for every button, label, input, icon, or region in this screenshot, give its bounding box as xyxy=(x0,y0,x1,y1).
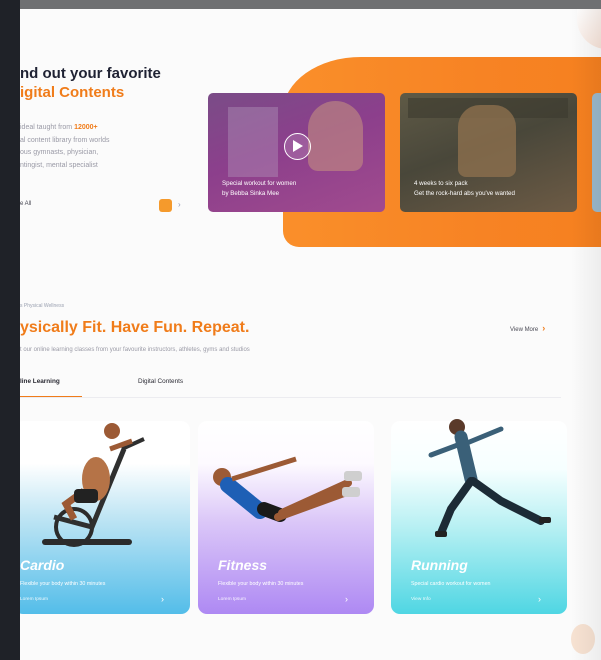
hero-title: nd out your favorite igital Contents xyxy=(20,64,161,102)
card-caption-line2: by Bebba Sinka Mee xyxy=(222,190,280,197)
left-sidebar xyxy=(0,0,20,660)
chevron-right-icon[interactable]: › xyxy=(161,594,164,604)
card-caption-line1: 4 weeks to six pack xyxy=(414,180,468,187)
section-subtitle: t our online learning classes from your … xyxy=(20,347,250,353)
tab-digital-contents[interactable]: Digital Contents xyxy=(138,378,183,385)
category-link[interactable]: View Info xyxy=(411,597,431,602)
carousel-prev-button[interactable] xyxy=(159,199,172,212)
page-canvas: nd out your favorite igital Contents ide… xyxy=(20,9,601,660)
category-desc: Flexible your body within 30 minutes xyxy=(20,581,106,587)
section-kicker: s Physical Wellness xyxy=(20,303,65,309)
play-triangle-icon xyxy=(293,140,303,152)
hero-title-line2: igital Contents xyxy=(20,84,125,101)
hero-desc-line4: ntingist, mental specialist xyxy=(20,161,98,169)
category-card-running[interactable]: Running Special cardio workout for women… xyxy=(391,419,567,614)
chevron-right-icon[interactable]: › xyxy=(538,594,541,604)
category-card-cardio[interactable]: Cardio Flexible your body within 30 minu… xyxy=(20,421,190,614)
card-image-bg xyxy=(228,107,278,177)
view-more-label: View More xyxy=(510,327,539,333)
hero-description: ideal taught from 12000+ al content libr… xyxy=(20,122,165,172)
carousel-next-button[interactable]: › xyxy=(178,200,181,209)
card-caption: 4 weeks to six pack Get the rock-hard ab… xyxy=(414,179,515,199)
category-name: Fitness xyxy=(218,557,268,573)
card-image-person xyxy=(458,105,516,177)
category-link[interactable]: Lorem Ipsum xyxy=(218,597,246,602)
content-card-partial[interactable] xyxy=(592,93,601,212)
category-link[interactable]: Lorem Ipsum xyxy=(20,597,48,602)
browser-top-strip xyxy=(0,0,601,9)
decor-shape-bottom xyxy=(571,624,595,654)
running-woman-illustration xyxy=(428,419,551,537)
fitness-situp-illustration xyxy=(213,456,362,522)
card-image-person xyxy=(308,101,363,171)
card-caption: Special workout for women by Bebba Sinka… xyxy=(222,179,296,199)
chevron-right-icon[interactable]: › xyxy=(345,594,348,604)
decor-shape-top xyxy=(577,9,601,49)
see-all-link[interactable]: e All xyxy=(20,201,31,207)
category-desc: Flexible your body within 30 minutes xyxy=(218,581,304,587)
hero-desc-highlight: 12000+ xyxy=(74,124,98,131)
section-title: ysically Fit. Have Fun. Repeat. xyxy=(20,319,250,336)
content-card-six-pack[interactable]: 4 weeks to six pack Get the rock-hard ab… xyxy=(400,93,577,212)
tabs-divider xyxy=(20,397,561,398)
cardio-bike-illustration xyxy=(42,423,145,547)
hero-title-line1: nd out your favorite xyxy=(20,65,161,82)
view-more-link[interactable]: View More › xyxy=(510,323,545,333)
card-caption-line1: Special workout for women xyxy=(222,180,297,187)
hero-desc-line3: ous gymnasts, physician, xyxy=(20,149,99,156)
category-desc: Special cardio workout for women xyxy=(411,581,491,587)
hero-desc-line2: al content library from worlds xyxy=(20,136,110,144)
tab-online-learning[interactable]: line Learning xyxy=(20,378,82,398)
hero-desc-prefix: ideal taught from xyxy=(20,124,75,131)
category-name: Running xyxy=(411,557,468,573)
card-caption-line2: Get the rock-hard abs you've wanted xyxy=(414,190,515,197)
category-name: Cardio xyxy=(20,557,65,573)
chevron-right-icon: › xyxy=(542,323,546,333)
category-card-fitness[interactable]: Fitness Flexible your body within 30 min… xyxy=(198,421,374,614)
content-card-workout-women[interactable]: Special workout for women by Bebba Sinka… xyxy=(208,93,385,212)
